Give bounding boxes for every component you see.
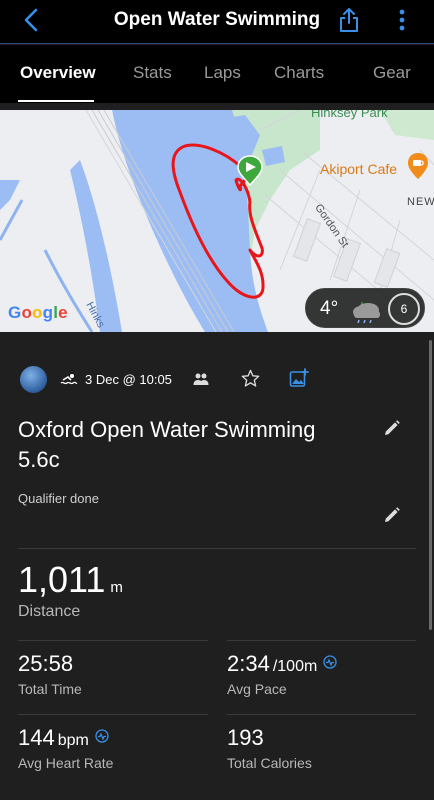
- tab-gear[interactable]: Gear: [373, 63, 411, 83]
- people-icon[interactable]: [193, 372, 209, 386]
- tab-bar: Overview Stats Laps Charts Gear: [0, 45, 434, 103]
- distance-value: 1,011: [18, 559, 106, 600]
- activity-details-panel: 3 Dec @ 10:05 Oxford Open Water Swimming…: [0, 332, 434, 800]
- more-options-icon[interactable]: [394, 6, 410, 34]
- activity-date: 3 Dec @ 10:05: [85, 372, 172, 387]
- divider: [18, 714, 208, 715]
- share-icon[interactable]: [337, 6, 361, 34]
- activity-name: Oxford Open Water Swimming 5.6c: [18, 417, 316, 472]
- avg-pace-unit: /100m: [272, 658, 318, 675]
- page-title: Open Water Swimming: [113, 9, 321, 30]
- heart-rate-value: 144: [18, 725, 55, 750]
- divider: [18, 548, 416, 549]
- heart-rate-label: Avg Heart Rate: [18, 755, 114, 771]
- scrollbar[interactable]: [429, 340, 432, 630]
- total-calories-stat: 193 Total Calories: [227, 725, 312, 771]
- distance-label: Distance: [18, 603, 81, 620]
- cafe-pin-icon: [408, 153, 428, 179]
- map-label-cafe: Akiport Cafe: [320, 161, 398, 177]
- tab-laps[interactable]: Laps: [204, 63, 241, 83]
- star-icon[interactable]: [241, 369, 260, 388]
- avg-pace-value: 2:34: [227, 651, 270, 676]
- total-time-stat: 25:58 Total Time: [18, 651, 82, 697]
- edit-name-icon[interactable]: [383, 419, 401, 437]
- total-time-label: Total Time: [18, 681, 82, 697]
- heart-rate-info-icon[interactable]: [95, 729, 109, 743]
- divider: [18, 640, 208, 641]
- avg-pace-stat: 2:34/100m Avg Pace: [227, 651, 337, 697]
- heart-rate-unit: bpm: [57, 732, 89, 749]
- weather-badge: 4° 6: [305, 288, 425, 328]
- tab-stats[interactable]: Stats: [133, 63, 172, 83]
- wind-speed-indicator: 6: [388, 293, 420, 325]
- tab-overview[interactable]: Overview: [20, 63, 96, 83]
- total-time-value: 25:58: [18, 651, 74, 676]
- activity-description: Qualifier done: [18, 491, 99, 506]
- swim-icon: [60, 374, 78, 385]
- distance-unit: m: [110, 579, 123, 596]
- distance-stat: 1,011 m: [18, 559, 123, 601]
- pace-info-icon[interactable]: [323, 655, 337, 669]
- cloud-rain-icon: [353, 301, 380, 323]
- avatar[interactable]: [20, 366, 47, 393]
- map-label-new: NEW: [407, 196, 434, 208]
- edit-description-icon[interactable]: [383, 506, 401, 524]
- map-label-park: Hinksey Park: [311, 110, 388, 120]
- divider: [227, 714, 416, 715]
- divider: [227, 640, 416, 641]
- active-tab-indicator: [18, 100, 94, 102]
- calories-label: Total Calories: [227, 755, 312, 771]
- tab-charts[interactable]: Charts: [274, 63, 324, 83]
- add-photo-icon[interactable]: [289, 368, 309, 388]
- avg-pace-label: Avg Pace: [227, 681, 287, 697]
- avg-heart-rate-stat: 144 bpm Avg Heart Rate: [18, 725, 113, 771]
- google-attribution: Google: [8, 303, 68, 322]
- weather-temperature: 4°: [320, 298, 339, 319]
- top-bar: Open Water Swimming: [0, 0, 434, 44]
- calories-value: 193: [227, 725, 264, 750]
